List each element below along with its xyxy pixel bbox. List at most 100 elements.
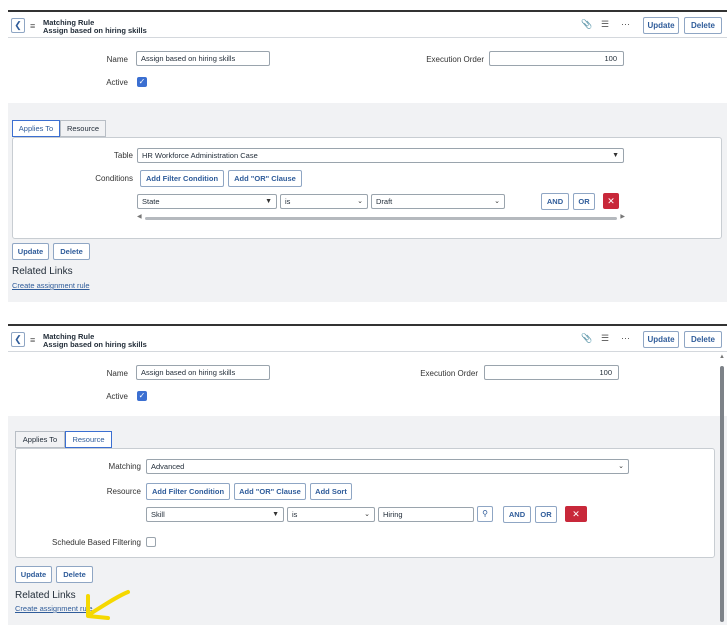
update-button-bottom[interactable]: Update	[12, 243, 49, 260]
remove-condition-button[interactable]: ✕	[565, 506, 587, 522]
schedule-based-filtering-checkbox[interactable]	[146, 537, 156, 547]
search-icon: ⚲	[482, 509, 488, 518]
condition-field-select[interactable]: State ▼	[137, 194, 277, 209]
scrollbar-thumb[interactable]	[145, 217, 617, 220]
name-input[interactable]: Assign based on hiring skills	[136, 365, 270, 380]
chevron-down-icon: ⌄	[357, 198, 363, 205]
execution-order-label: Execution Order	[426, 55, 484, 64]
condition-operator-value: is	[292, 510, 298, 519]
scroll-right-icon: ▶	[620, 214, 625, 220]
form-screenshot-resource: ❮ ≡ Matching Rule Assign based on hiring…	[8, 324, 727, 625]
applies-to-panel: Table HR Workforce Administration Case ▼ …	[12, 137, 722, 239]
check-icon: ✓	[138, 77, 146, 86]
hamburger-icon[interactable]: ≡	[30, 21, 35, 31]
conditions-label: Conditions	[95, 174, 133, 183]
table-select-value: HR Workforce Administration Case	[142, 151, 258, 160]
active-checkbox[interactable]: ✓	[137, 77, 147, 87]
table-select[interactable]: HR Workforce Administration Case ▼	[137, 148, 624, 163]
execution-order-label: Execution Order	[420, 369, 478, 378]
condition-operator-value: is	[285, 197, 291, 206]
annotation-arrow-icon	[86, 590, 130, 620]
active-label: Active	[106, 78, 128, 87]
add-filter-condition-button[interactable]: Add Filter Condition	[140, 170, 224, 187]
sliders-icon[interactable]: ☰	[601, 19, 609, 30]
delete-button[interactable]: Delete	[684, 331, 722, 348]
add-or-clause-button[interactable]: Add "OR" Clause	[234, 483, 306, 500]
resource-panel: Matching Advanced ⌄ Resource Add Filter C…	[15, 448, 715, 558]
chevron-down-icon: ▼	[272, 511, 279, 518]
name-input[interactable]: Assign based on hiring skills	[136, 51, 270, 66]
resource-label: Resource	[106, 487, 141, 496]
schedule-based-filtering-label: Schedule Based Filtering	[52, 538, 141, 547]
condition-value-select[interactable]: Draft ⌄	[371, 194, 505, 209]
record-name-title: Assign based on hiring skills	[43, 340, 147, 349]
check-icon: ✓	[138, 391, 146, 400]
condition-value-value: Draft	[376, 197, 393, 206]
chevron-down-icon: ⌄	[364, 511, 370, 518]
close-icon: ✕	[607, 196, 615, 206]
or-button[interactable]: OR	[573, 193, 595, 210]
active-checkbox[interactable]: ✓	[137, 391, 147, 401]
chevron-down-icon: ▼	[265, 198, 272, 205]
record-name-title: Assign based on hiring skills	[43, 26, 147, 35]
chevron-left-icon: ❮	[14, 334, 22, 344]
remove-condition-button[interactable]: ✕	[603, 193, 619, 209]
table-label: Table	[113, 151, 133, 160]
name-label: Name	[106, 55, 128, 64]
matching-select-value: Advanced	[151, 462, 185, 471]
update-button[interactable]: Update	[643, 331, 679, 348]
update-button[interactable]: Update	[643, 17, 679, 34]
and-button[interactable]: AND	[503, 506, 531, 523]
condition-field-value: State	[142, 197, 160, 206]
lookup-button[interactable]: ⚲	[477, 506, 493, 522]
tab-applies-to[interactable]: Applies To	[12, 120, 60, 137]
scroll-up-icon: ▲	[719, 354, 725, 360]
paperclip-icon[interactable]: 📎	[581, 19, 592, 30]
create-assignment-rule-link[interactable]: Create assignment rule	[12, 281, 90, 290]
related-links-title: Related Links	[15, 590, 76, 601]
vertical-scrollbar-thumb[interactable]	[720, 366, 724, 622]
or-button[interactable]: OR	[535, 506, 557, 523]
back-button[interactable]: ❮	[11, 18, 25, 33]
chevron-down-icon: ⌄	[618, 463, 624, 470]
tab-applies-to[interactable]: Applies To	[15, 431, 65, 448]
add-sort-button[interactable]: Add Sort	[310, 483, 352, 500]
form-header: ❮ ≡ Matching Rule Assign based on hiring…	[8, 10, 727, 38]
delete-button[interactable]: Delete	[684, 17, 722, 34]
horizontal-scrollbar[interactable]: ◀ ▶	[137, 214, 625, 221]
delete-button-bottom[interactable]: Delete	[56, 566, 93, 583]
vertical-scrollbar[interactable]: ▲	[719, 354, 725, 624]
form-screenshot-applies-to: ❮ ≡ Matching Rule Assign based on hiring…	[8, 10, 727, 302]
tab-resource[interactable]: Resource	[65, 431, 112, 448]
paperclip-icon[interactable]: 📎	[581, 333, 592, 344]
hamburger-icon[interactable]: ≡	[30, 335, 35, 345]
and-button[interactable]: AND	[541, 193, 569, 210]
condition-value-input[interactable]: Hiring	[378, 507, 474, 522]
ellipsis-icon[interactable]: ⋯	[621, 19, 630, 30]
condition-field-value: Skill	[151, 510, 165, 519]
condition-field-select[interactable]: Skill ▼	[146, 507, 284, 522]
close-icon: ✕	[572, 509, 580, 519]
active-label: Active	[106, 392, 128, 401]
sliders-icon[interactable]: ☰	[601, 333, 609, 344]
form-header: ❮ ≡ Matching Rule Assign based on hiring…	[8, 324, 727, 352]
chevron-down-icon: ⌄	[494, 198, 500, 205]
matching-select[interactable]: Advanced ⌄	[146, 459, 629, 474]
name-label: Name	[106, 369, 128, 378]
delete-button-bottom[interactable]: Delete	[53, 243, 90, 260]
scroll-left-icon: ◀	[137, 214, 142, 220]
execution-order-input[interactable]: 100	[484, 365, 619, 380]
add-filter-condition-button[interactable]: Add Filter Condition	[146, 483, 230, 500]
chevron-down-icon: ▼	[612, 152, 619, 159]
condition-operator-select[interactable]: is ⌄	[280, 194, 368, 209]
update-button-bottom[interactable]: Update	[15, 566, 52, 583]
ellipsis-icon[interactable]: ⋯	[621, 333, 630, 344]
related-links-title: Related Links	[12, 266, 73, 277]
tab-resource[interactable]: Resource	[60, 120, 106, 137]
back-button[interactable]: ❮	[11, 332, 25, 347]
chevron-left-icon: ❮	[14, 20, 22, 30]
matching-label: Matching	[108, 462, 141, 471]
execution-order-input[interactable]: 100	[489, 51, 624, 66]
condition-operator-select[interactable]: is ⌄	[287, 507, 375, 522]
add-or-clause-button[interactable]: Add "OR" Clause	[228, 170, 302, 187]
